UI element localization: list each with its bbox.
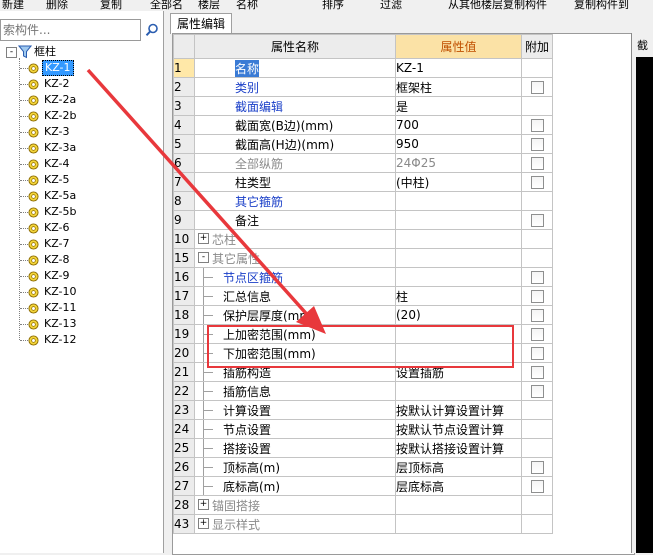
annotation-arrow (86, 68, 326, 334)
